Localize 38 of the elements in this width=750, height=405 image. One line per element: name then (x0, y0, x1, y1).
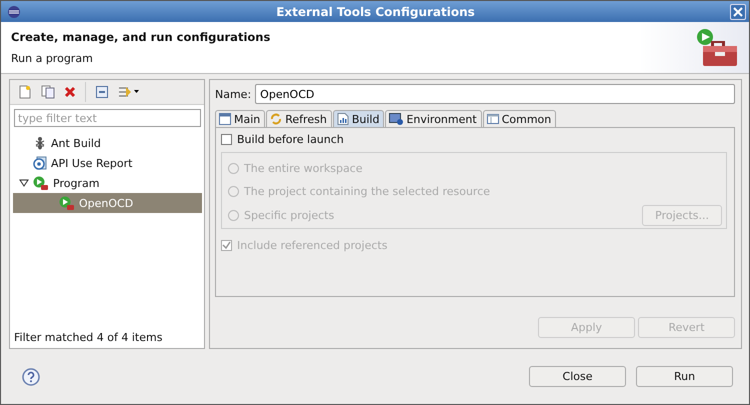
bar-chart-document-icon (336, 113, 349, 125)
new-file-icon[interactable] (18, 85, 32, 99)
delete-icon[interactable] (64, 86, 76, 98)
run-program-icon (59, 196, 75, 210)
tab[interactable]: Common (482, 110, 556, 127)
tree-item[interactable]: API Use Report (13, 153, 202, 173)
name-label: Name: (215, 88, 252, 100)
build-before-launch-checkbox[interactable]: Build before launch (221, 133, 727, 146)
collapse-icon[interactable] (95, 85, 109, 99)
filter-status: Filter matched 4 of 4 items (13, 331, 164, 346)
tab[interactable]: Build (332, 110, 384, 127)
table-icon (486, 113, 499, 125)
tree-item[interactable]: Program (13, 173, 202, 193)
run-button[interactable]: Run (636, 366, 733, 387)
refresh-icon (270, 113, 282, 125)
close-icon[interactable] (730, 4, 746, 20)
close-button[interactable]: Close (529, 366, 626, 387)
header-subtitle: Run a program (11, 52, 94, 65)
help-icon[interactable] (22, 368, 40, 386)
window-icon (219, 113, 231, 125)
eclipse-icon (7, 4, 21, 18)
tab[interactable]: Refresh (266, 110, 332, 127)
filter-field[interactable]: type filter text (14, 109, 201, 127)
checkmark-icon (222, 241, 231, 250)
name-field[interactable]: OpenOCD (255, 84, 735, 104)
copy-icon[interactable] (41, 85, 55, 99)
tree-item[interactable]: Ant Build (13, 133, 202, 153)
header-title: Create, manage, and run configurations (11, 30, 270, 44)
expander-icon[interactable] (19, 178, 29, 188)
monitor-icon (389, 113, 404, 125)
tab[interactable]: Environment (385, 110, 482, 127)
filter-dropdown-icon[interactable] (118, 85, 140, 99)
ant-icon (33, 136, 47, 150)
report-icon (33, 156, 47, 170)
window-title: External Tools Configurations (275, 4, 476, 18)
run-program-icon (33, 176, 49, 190)
tab[interactable]: Main (215, 110, 266, 127)
tree-item[interactable]: OpenOCD (13, 193, 202, 213)
